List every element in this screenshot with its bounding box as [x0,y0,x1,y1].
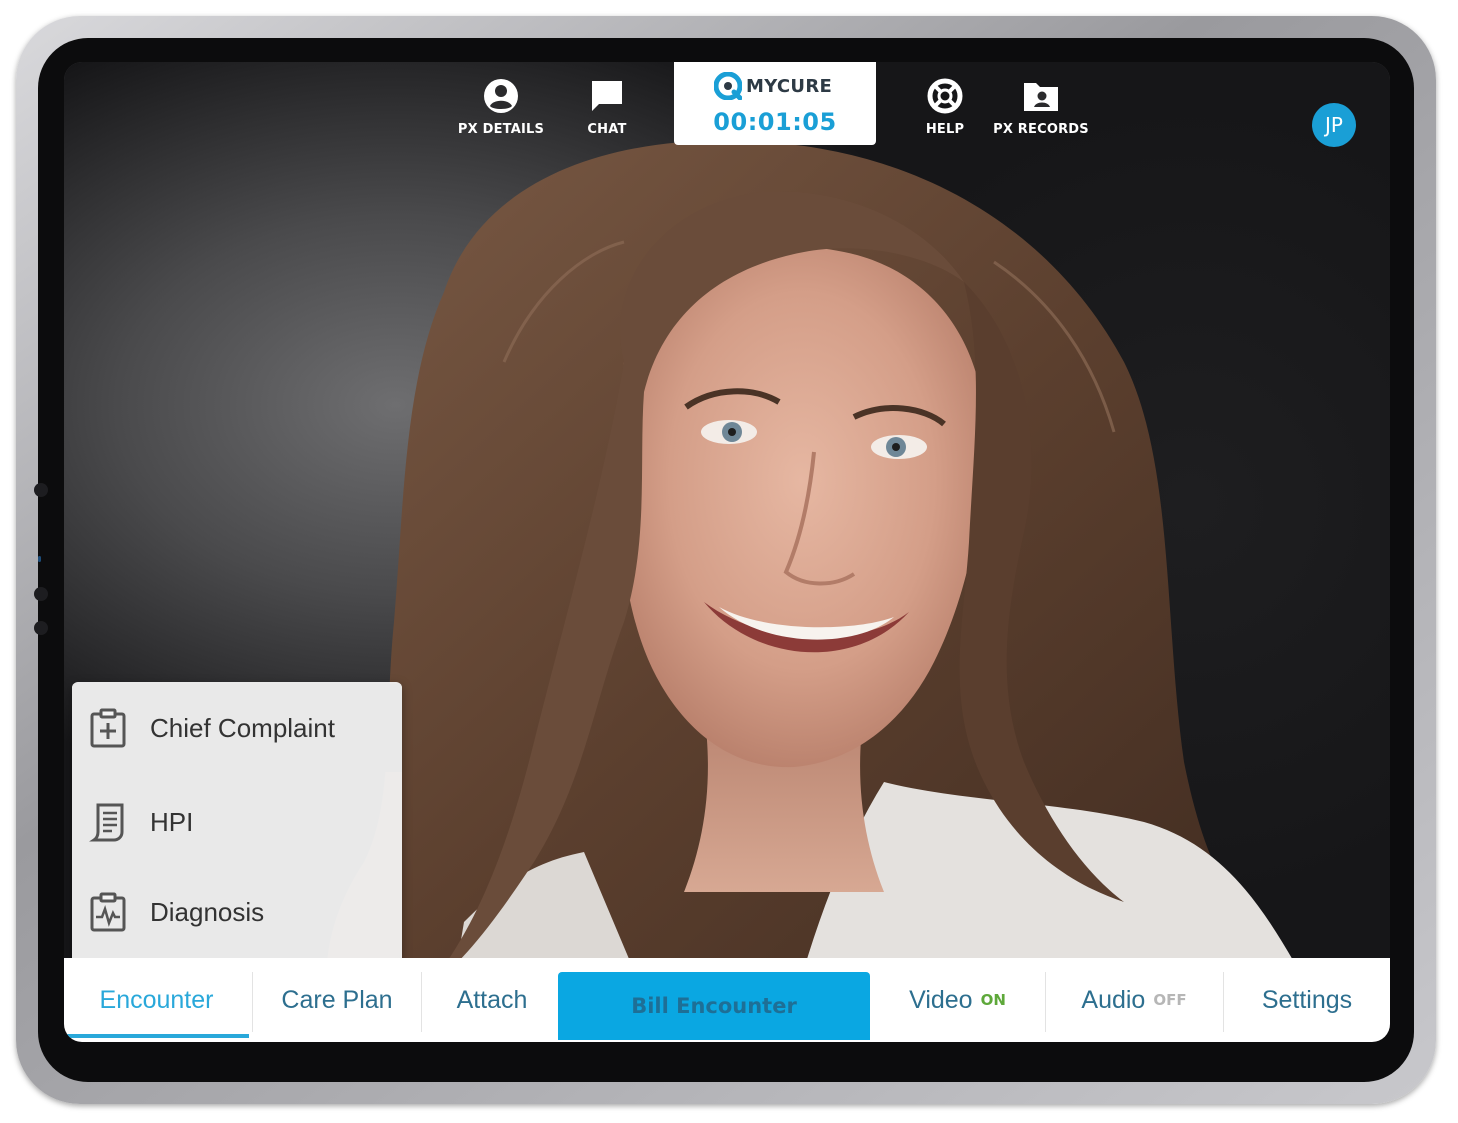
mycure-logo-icon [714,72,742,100]
px-details-label: PX DETAILS [457,122,545,137]
px-details-button[interactable]: PX DETAILS [451,78,551,137]
chat-button[interactable]: CHAT [557,78,657,137]
folder-user-icon [1024,83,1058,111]
document-scroll-icon [89,803,124,842]
help-button[interactable]: HELP [895,78,995,137]
hpi-label: HPI [150,806,194,837]
tab-settings[interactable]: Settings [1224,958,1390,1042]
tab-encounter[interactable]: Encounter [64,958,249,1042]
account-circle-icon [484,79,518,113]
help-label: HELP [925,122,965,137]
clipboard-plus-icon [90,708,126,748]
px-records-button[interactable]: PX RECORDS [991,78,1091,137]
side-led [38,556,41,562]
menu-item-chief-complaint[interactable]: Chief Complaint [72,684,402,772]
user-avatar[interactable]: JP [1312,103,1356,147]
video-call-screen: PX DETAILS CHAT MYCURE 00:01:05 HELP PX … [64,62,1390,1042]
encounter-menu: Chief Complaint HPI Diagnosis [72,682,402,965]
lifebuoy-icon [927,78,963,114]
bottom-action-bar: Encounter Care Plan Attach Bill Encounte… [64,958,1390,1042]
audio-label: Audio [1081,985,1146,1014]
tab-care-plan[interactable]: Care Plan [253,958,421,1042]
bill-encounter-button[interactable]: Bill Encounter [558,972,870,1040]
side-sensor [34,587,48,601]
px-records-label: PX RECORDS [993,122,1089,137]
chat-label: CHAT [587,122,627,137]
bill-encounter-label: Bill Encounter [631,994,797,1018]
attach-label: Attach [456,985,528,1014]
side-sensor [34,483,48,497]
chat-bubble-icon [592,81,622,111]
active-tab-indicator [64,1034,249,1038]
video-label: Video [909,985,973,1014]
audio-state: OFF [1153,991,1187,1009]
encounter-label: Encounter [99,985,214,1014]
side-sensor [34,621,48,635]
menu-item-hpi[interactable]: HPI [72,778,402,866]
menu-item-diagnosis[interactable]: Diagnosis [72,868,402,956]
diagnosis-label: Diagnosis [150,896,265,927]
video-toggle[interactable]: Video ON [870,958,1045,1042]
call-timer: 00:01:05 [713,108,837,136]
video-state: ON [980,991,1006,1009]
tab-attach[interactable]: Attach [422,958,562,1042]
brand-name: MYCURE [746,75,833,97]
care-plan-label: Care Plan [281,985,393,1014]
chief-complaint-label: Chief Complaint [150,712,335,743]
clipboard-pulse-icon [90,892,126,932]
audio-toggle[interactable]: Audio OFF [1046,958,1222,1042]
settings-label: Settings [1261,985,1353,1014]
session-brand-panel: MYCURE 00:01:05 [674,62,876,145]
